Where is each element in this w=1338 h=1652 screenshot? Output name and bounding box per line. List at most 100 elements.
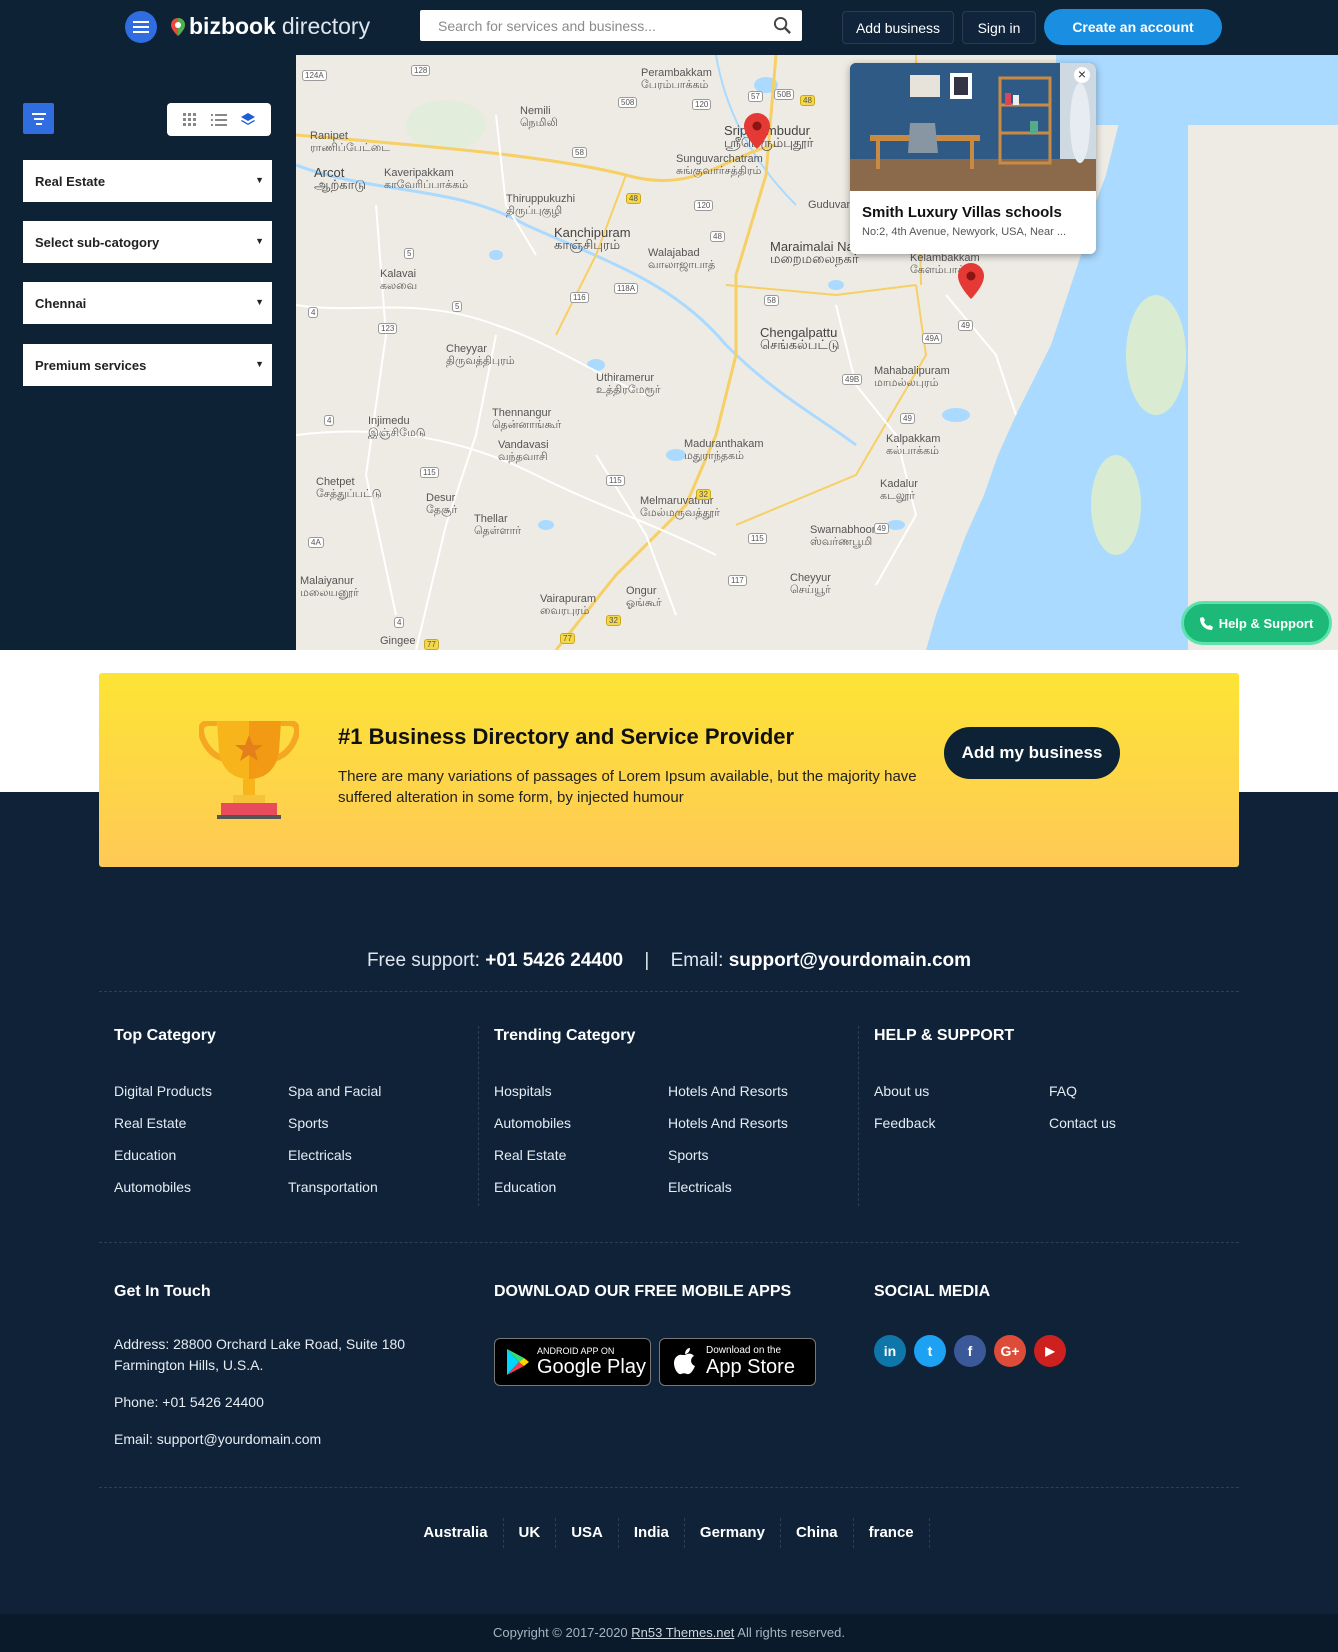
road-shield: 116 xyxy=(570,292,589,303)
twitter-icon[interactable]: t xyxy=(914,1335,946,1367)
footer-link[interactable]: Transportation xyxy=(288,1179,378,1195)
search-bar xyxy=(420,10,802,41)
footer-link[interactable]: Education xyxy=(114,1147,176,1163)
youtube-icon[interactable]: ▶ xyxy=(1034,1335,1066,1367)
logo[interactable]: bizbook directory xyxy=(171,13,370,40)
footer-link[interactable]: Automobiles xyxy=(494,1115,571,1131)
social-media-title: SOCIAL MEDIA xyxy=(874,1283,991,1300)
trophy-icon xyxy=(199,721,299,819)
road-shield: 118A xyxy=(614,283,639,294)
road-shield: 4 xyxy=(308,307,319,318)
road-shield: 120 xyxy=(694,200,714,211)
footer-link[interactable]: Contact us xyxy=(1049,1115,1116,1131)
dropdown-caret-icon: ▼ xyxy=(255,175,264,185)
list-view-icon[interactable] xyxy=(210,112,227,128)
footer-divider xyxy=(99,991,1239,992)
google-plus-icon[interactable]: G+ xyxy=(994,1335,1026,1367)
map-label-tamil: காவேரிப்பாக்கம் xyxy=(384,179,469,191)
support-phone[interactable]: +01 5426 24400 xyxy=(485,950,623,971)
footer-link[interactable]: Sports xyxy=(288,1115,328,1131)
map-layers-icon[interactable] xyxy=(240,112,256,128)
footer-link[interactable]: Spa and Facial xyxy=(288,1083,381,1099)
sign-in-button[interactable]: Sign in xyxy=(962,11,1036,44)
footer-link[interactable]: Electricals xyxy=(288,1147,352,1163)
map-label-tamil: சுங்குவார்சத்திரம் xyxy=(676,165,762,177)
map-marker-icon[interactable] xyxy=(958,263,984,299)
sub-category-select[interactable]: Select sub-catogory ▼ xyxy=(23,221,272,263)
footer-link[interactable]: Real Estate xyxy=(114,1115,186,1131)
city-select[interactable]: Chennai ▼ xyxy=(23,282,272,324)
footer-link[interactable]: Automobiles xyxy=(114,1179,191,1195)
promo-banner: #1 Business Directory and Service Provid… xyxy=(99,673,1239,867)
map-label-tamil: மதுராந்தகம் xyxy=(684,450,744,462)
app-store-big: App Store xyxy=(706,1356,795,1378)
map-label-tamil: மறைமலைநகர் xyxy=(770,251,859,266)
listing-popup[interactable]: × Smith Luxury Villas schools No:2, 4th … xyxy=(850,63,1096,254)
country-link[interactable]: China xyxy=(781,1518,854,1548)
map-label-text: Chetpet xyxy=(316,476,355,488)
map-label-tamil: செங்கல்பட்டு xyxy=(760,337,840,352)
address-line-2: Farmington Hills, U.S.A. xyxy=(114,1357,264,1373)
add-my-business-button[interactable]: Add my business xyxy=(944,727,1120,779)
search-input[interactable] xyxy=(420,10,750,41)
road-shield: 120 xyxy=(692,99,712,110)
country-link[interactable]: france xyxy=(854,1518,930,1548)
create-account-button[interactable]: Create an account xyxy=(1044,9,1222,45)
country-link[interactable]: UK xyxy=(504,1518,557,1548)
linkedin-icon[interactable]: in xyxy=(874,1335,906,1367)
category-select[interactable]: Real Estate ▼ xyxy=(23,160,272,202)
map-label-tamil: தேசூர் xyxy=(426,504,458,516)
support-email[interactable]: support@yourdomain.com xyxy=(729,950,971,971)
country-link[interactable]: Australia xyxy=(408,1518,504,1548)
map-label: Desur தேசூர் xyxy=(426,492,457,516)
category-select-value: Real Estate xyxy=(35,173,106,189)
footer-link[interactable]: FAQ xyxy=(1049,1083,1077,1099)
search-icon[interactable] xyxy=(773,16,792,35)
menu-button[interactable] xyxy=(125,11,157,43)
service-type-select[interactable]: Premium services ▼ xyxy=(23,344,272,386)
copyright-link[interactable]: Rn53 Themes.net xyxy=(631,1625,734,1640)
map-label-text: Maduranthakam xyxy=(684,438,764,450)
footer-link[interactable]: Feedback xyxy=(874,1115,935,1131)
country-link[interactable]: India xyxy=(619,1518,685,1548)
map-label: Walajabad வாலாஜாபாத் xyxy=(648,247,715,271)
footer-link[interactable]: Hotels And Resorts xyxy=(668,1115,788,1131)
map-label-text: Cheyyar xyxy=(446,343,487,355)
footer-link[interactable]: Electricals xyxy=(668,1179,732,1195)
add-business-button[interactable]: Add business xyxy=(842,11,954,44)
map-label-text: Nemili xyxy=(520,105,551,117)
mobile-apps-title: DOWNLOAD OUR FREE MOBILE APPS xyxy=(494,1283,792,1300)
footer-link[interactable]: Real Estate xyxy=(494,1147,566,1163)
map-label-tamil: மாமல்லபுரம் xyxy=(874,377,939,389)
map-label-tamil: கடலூர் xyxy=(880,490,915,502)
map-view[interactable]: Perambakkam பேரம்பாக்கம் Nemili நெமிலி Ran… xyxy=(296,55,1338,650)
grid-view-icon[interactable] xyxy=(182,112,198,128)
road-shield: 32 xyxy=(696,489,711,500)
map-label: Cheyyur செய்யூர் xyxy=(790,572,831,596)
map-label-text: Uthiramerur xyxy=(596,372,655,384)
map-label-text: Sunguvarchatram xyxy=(676,153,763,165)
footer-link[interactable]: Education xyxy=(494,1179,556,1195)
listing-title[interactable]: Smith Luxury Villas schools xyxy=(862,204,1062,221)
office-interior-image xyxy=(850,63,1096,191)
country-link[interactable]: USA xyxy=(556,1518,619,1548)
footer-link[interactable]: Hotels And Resorts xyxy=(668,1083,788,1099)
address-line-1: Address: 28800 Orchard Lake Road, Suite … xyxy=(114,1336,406,1352)
map-label: Maduranthakam மதுராந்தகம் xyxy=(684,438,764,462)
app-store-badge[interactable]: Download on the App Store xyxy=(659,1338,816,1386)
google-play-badge[interactable]: ANDROID APP ON Google Play xyxy=(494,1338,651,1386)
map-label-text: Perambakkam xyxy=(641,67,712,79)
footer-link[interactable]: Digital Products xyxy=(114,1083,212,1099)
filter-button[interactable] xyxy=(23,103,54,134)
road-shield: 128 xyxy=(411,65,431,76)
map-label: Kanchipuram காஞ்சிபுரம் xyxy=(554,226,631,251)
footer-link[interactable]: Hospitals xyxy=(494,1083,552,1099)
map-label-text: Desur xyxy=(426,492,456,504)
close-popup-icon[interactable]: × xyxy=(1074,67,1090,83)
facebook-icon[interactable]: f xyxy=(954,1335,986,1367)
help-support-button[interactable]: Help & Support xyxy=(1181,601,1332,645)
footer-link[interactable]: Sports xyxy=(668,1147,708,1163)
country-link[interactable]: Germany xyxy=(685,1518,781,1548)
map-marker-icon[interactable] xyxy=(744,113,770,149)
footer-link[interactable]: About us xyxy=(874,1083,929,1099)
